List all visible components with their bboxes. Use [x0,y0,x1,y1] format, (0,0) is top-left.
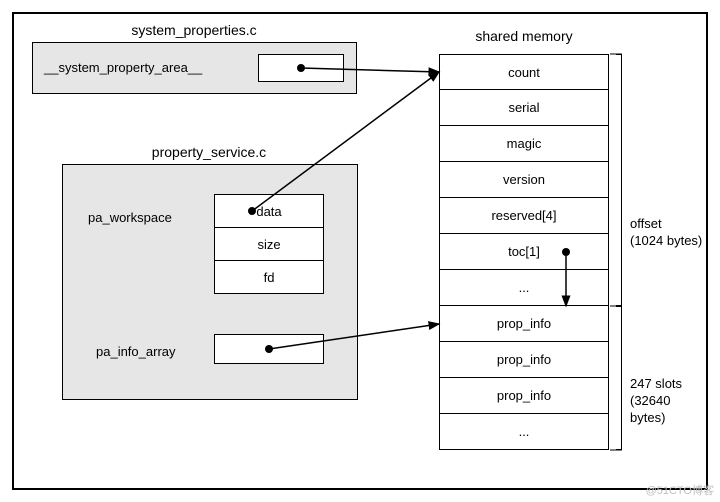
module-label-sysprops: system_properties.c [104,22,284,38]
cell-pa-workspace-data: data [214,194,324,228]
annotation-slots-bytes: (32640 bytes) [630,393,706,427]
mem-cell-ellipsis-2: ... [439,414,609,450]
diagram-canvas: system_properties.c __system_property_ar… [12,12,708,490]
mem-cell-ellipsis-1: ... [439,270,609,306]
module-label-propservice: property_service.c [124,144,294,160]
var-system-property-area: __system_property_area__ [44,60,202,75]
watermark: @51CTO博客 [646,482,714,498]
shared-memory-column: count serial magic version reserved[4] t… [439,54,609,450]
annotation-slots-label: 247 slots [630,376,706,393]
shared-memory-heading: shared memory [454,28,594,44]
mem-cell-version: version [439,162,609,198]
mem-cell-propinfo-2: prop_info [439,378,609,414]
mem-cell-count: count [439,54,609,90]
pointer-dot-icon [248,207,256,215]
annotation-slots: 247 slots (32640 bytes) [630,376,706,427]
cell-pa-workspace-fd: fd [214,260,324,294]
annotation-offset: offset (1024 bytes) [630,216,702,250]
pointer-dot-icon [265,345,273,353]
var-pa-info-array: pa_info_array [96,344,176,359]
annotation-offset-bytes: (1024 bytes) [630,233,702,250]
annotation-offset-label: offset [630,216,702,233]
var-pa-workspace: pa_workspace [88,210,172,225]
mem-cell-propinfo-0: prop_info [439,306,609,342]
cell-pa-workspace-size: size [214,227,324,261]
bracket-offset [616,54,622,306]
mem-cell-magic: magic [439,126,609,162]
bracket-slots [616,306,622,450]
pointer-dot-icon [297,64,305,72]
mem-cell-serial: serial [439,90,609,126]
mem-cell-reserved: reserved[4] [439,198,609,234]
mem-cell-toc: toc[1] [439,234,609,270]
mem-cell-propinfo-1: prop_info [439,342,609,378]
pointer-dot-icon [562,248,570,256]
